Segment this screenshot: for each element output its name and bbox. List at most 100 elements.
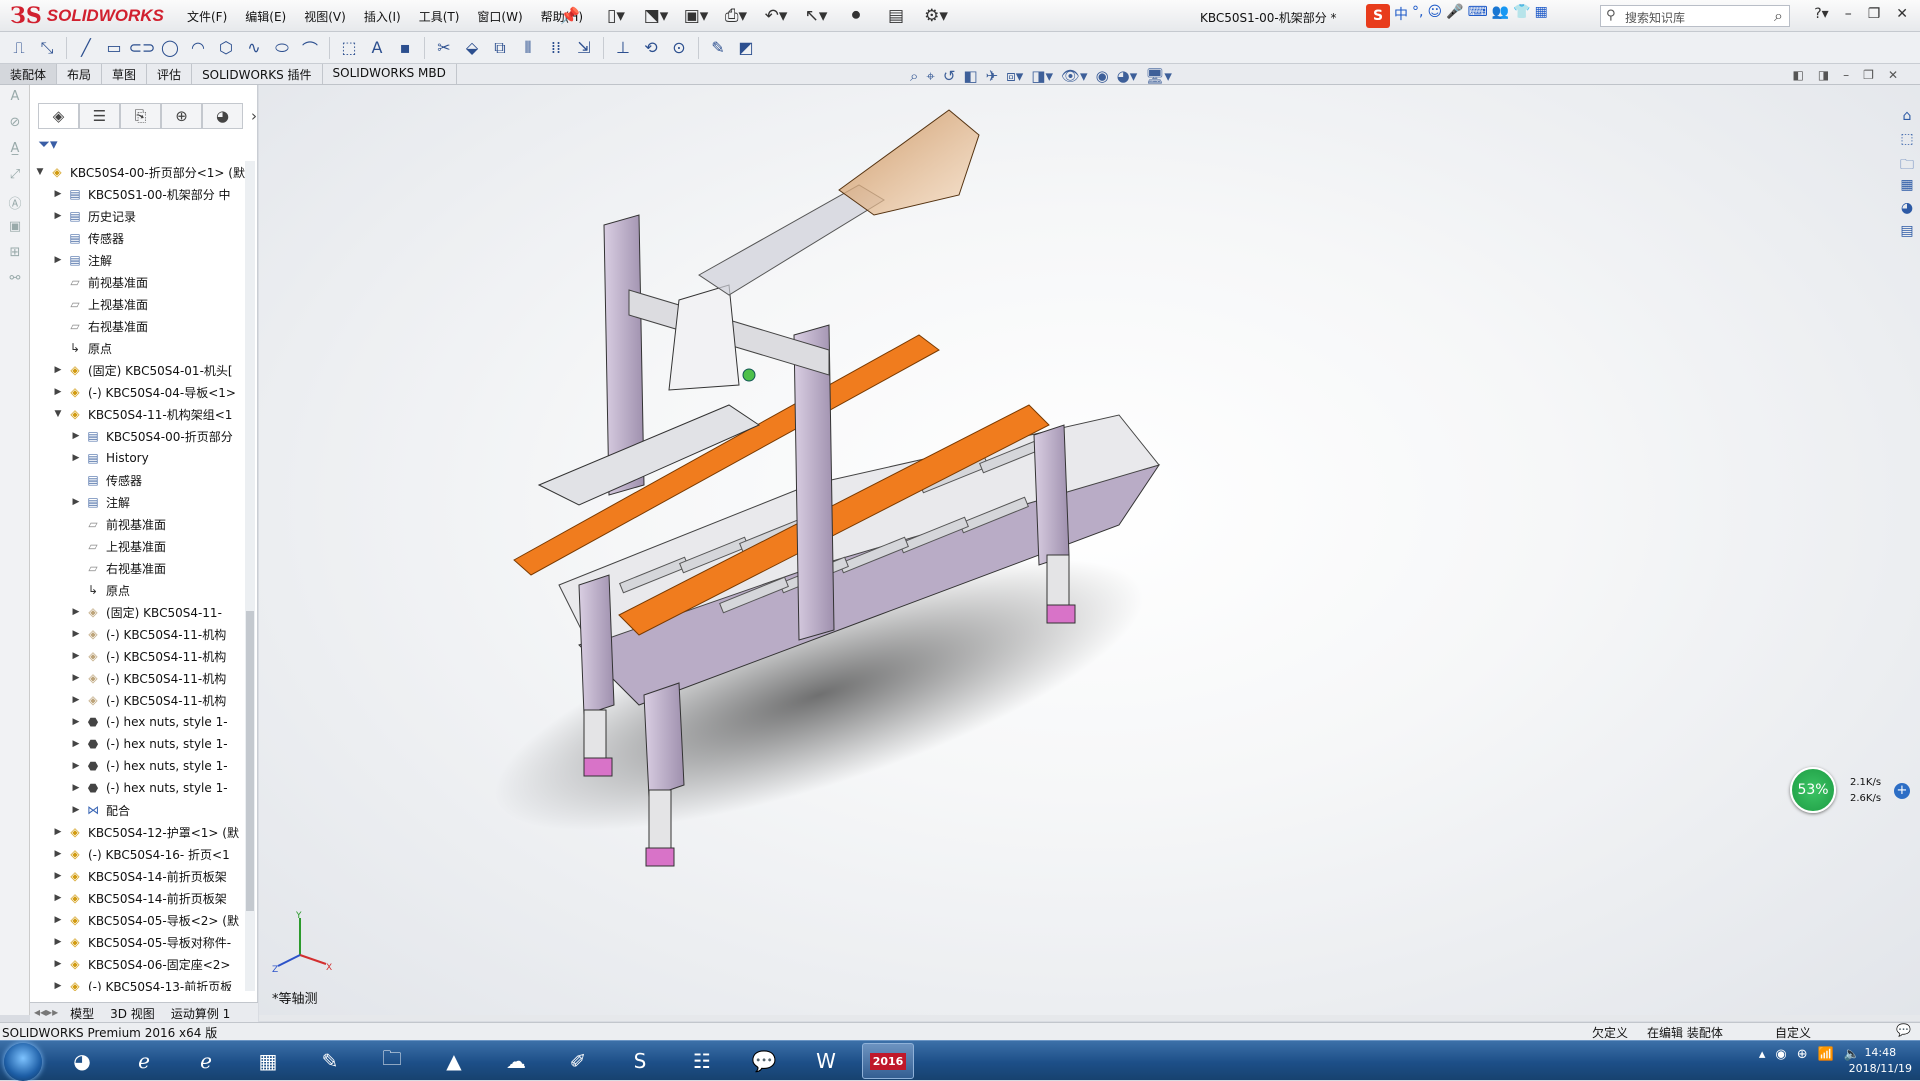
design-library-icon[interactable]: ⬚ [1897, 131, 1917, 151]
menu-insert[interactable]: 插入(I) [355, 8, 410, 25]
view-orientation-icon[interactable]: ⧈▾ [1006, 67, 1023, 85]
start-button-icon[interactable] [4, 1043, 42, 1081]
plane-icon[interactable]: ⬚ [336, 36, 362, 60]
expand-arrow-right-icon[interactable]: ▶ [52, 893, 64, 903]
expand-arrow-right-icon[interactable]: ▶ [70, 783, 82, 793]
expand-plus-icon[interactable]: + [1894, 783, 1910, 799]
graphics-scrollbar[interactable] [259, 1015, 1920, 1021]
minimize-icon[interactable]: – [1845, 6, 1852, 22]
tree-node[interactable]: ▶ ⋈ 配合 [30, 799, 258, 821]
tree-node[interactable]: ▶ ◈ (固定) KBC50S4-01-机头[ [30, 359, 258, 381]
datum-icon[interactable]: ▣ [4, 219, 26, 241]
trim-icon[interactable]: ✂ [431, 36, 457, 60]
edit-appearance-icon[interactable]: ◉ [1096, 67, 1109, 85]
tree-node[interactable]: ▶ ⬣ (-) hex nuts, style 1- [30, 777, 258, 799]
punct-icon[interactable]: °, [1412, 4, 1423, 28]
tree-node[interactable]: ▶ ◈ (-) KBC50S4-11-机构 [30, 667, 258, 689]
menu-window[interactable]: 窗口(W) [468, 8, 531, 25]
tab-assembly[interactable]: 装配体 [0, 64, 58, 84]
tree-node[interactable]: ▶ ◈ KBC50S4-05-导板<2> (默 [30, 909, 258, 931]
link-icon[interactable]: ⚯ [4, 271, 26, 293]
emoji-icon[interactable]: ☺ [1427, 4, 1442, 28]
scroll-thumb[interactable] [246, 611, 254, 911]
sogou-ime-icon[interactable]: S [1366, 4, 1390, 28]
tree-node[interactable]: ▶ ▤ 注解 [30, 491, 258, 513]
text-icon[interactable]: A [364, 36, 390, 60]
tolerance-icon[interactable]: ⊞ [4, 245, 26, 267]
tree-node[interactable]: ▶ ◈ (固定) KBC50S4-11- [30, 601, 258, 623]
wechat-icon[interactable]: 💬 [738, 1043, 790, 1079]
print-icon[interactable]: ⎙▾ [718, 4, 754, 28]
expand-arrow-right-icon[interactable]: ▶ [52, 255, 64, 265]
360-app-icon[interactable]: ◕ [56, 1043, 108, 1079]
repair-sketch-icon[interactable]: ⟲ [638, 36, 664, 60]
expand-arrow-right-icon[interactable]: ▶ [70, 497, 82, 507]
tray-sync-icon[interactable]: ⊕ [1797, 1047, 1808, 1062]
autocad-icon[interactable]: ▲ [428, 1043, 480, 1079]
tree-node[interactable]: ▶ ⬣ (-) hex nuts, style 1- [30, 733, 258, 755]
tree-node[interactable]: ▤ 传感器 [30, 469, 258, 491]
expand-arrow-right-icon[interactable]: ▶ [70, 717, 82, 727]
calculator-icon[interactable]: ▦ [242, 1043, 294, 1079]
tree-node[interactable]: ▶ ◈ (-) KBC50S4-11-机构 [30, 645, 258, 667]
doc-close-icon[interactable]: ✕ [1888, 68, 1898, 82]
expand-arrow-right-icon[interactable]: ▶ [52, 189, 64, 199]
skin-icon[interactable]: 👕 [1513, 4, 1530, 28]
filter-icon[interactable]: ⏷▾ [38, 135, 58, 153]
tray-expand-icon[interactable]: ▴ [1759, 1047, 1766, 1062]
tab-mbd[interactable]: SOLIDWORKS MBD [323, 64, 457, 84]
tree-node[interactable]: ▶ ◈ KBC50S4-14-前折页板架 [30, 887, 258, 909]
view-settings-icon[interactable]: 🖥▾ [1145, 67, 1172, 85]
wps-icon[interactable]: W [800, 1043, 852, 1079]
sketch-icon[interactable]: ⎍ [6, 36, 32, 60]
zoom-to-area-icon[interactable]: ⌖ [926, 67, 934, 85]
tree-node[interactable]: ▤ 传感器 [30, 227, 258, 249]
tab-sketch[interactable]: 草图 [102, 64, 148, 84]
section-view-icon[interactable]: ◧ [963, 67, 977, 85]
expand-arrow-right-icon[interactable]: ▶ [70, 739, 82, 749]
toolbox-icon[interactable]: ▦ [1535, 4, 1548, 28]
ie-browser-icon[interactable]: ℯ [118, 1043, 170, 1079]
tray-network-icon[interactable]: 📶 [1818, 1047, 1834, 1062]
tree-node[interactable]: ▶ ▤ History [30, 447, 258, 469]
graphics-area[interactable] [259, 85, 1920, 1015]
doc-restore-icon[interactable]: ❐ [1863, 68, 1874, 82]
spline-icon[interactable]: ∿ [241, 36, 267, 60]
tree-node[interactable]: ▶ ▤ 历史记录 [30, 205, 258, 227]
view-palette-icon[interactable]: ▦ [1897, 177, 1917, 197]
expand-arrow-right-icon[interactable]: ▶ [52, 915, 64, 925]
tab-addins[interactable]: SOLIDWORKS 插件 [192, 64, 323, 84]
dimension-icon[interactable]: ⤢ [4, 167, 26, 189]
folder-icon[interactable]: 🗀 [366, 1043, 418, 1079]
tray-security-icon[interactable]: ◉ [1775, 1047, 1786, 1062]
assembly-model[interactable] [259, 85, 1920, 1015]
file-properties-icon[interactable]: ▤ [878, 4, 914, 28]
new-document-icon[interactable]: ▯▾ [598, 4, 634, 28]
display-style-icon[interactable]: ◨▾ [1031, 67, 1053, 85]
expand-arrow-right-icon[interactable]: ▶ [70, 695, 82, 705]
custom-properties-icon[interactable]: ▤ [1897, 223, 1917, 243]
ime-mode[interactable]: 中 [1394, 4, 1408, 28]
slot-icon[interactable]: ⊂⊃ [129, 36, 156, 60]
tree-node[interactable]: ▶ ◈ KBC50S4-12-护罩<1> (默 [30, 821, 258, 843]
tree-node[interactable]: ▱ 上视基准面 [30, 293, 258, 315]
tab-model[interactable]: 模型 [62, 1003, 102, 1022]
offset-icon[interactable]: ⧉ [487, 36, 513, 60]
dimxpert-tab-icon[interactable]: ⊕ [161, 103, 202, 129]
knowledge-search[interactable]: ⚲ 搜索知识库 ⌕ [1600, 5, 1790, 27]
doc-minimize-icon[interactable]: – [1843, 68, 1849, 82]
move-entities-icon[interactable]: ⇲ [571, 36, 597, 60]
baidu-netdisk-icon[interactable]: ☁ [490, 1043, 542, 1079]
tree-node[interactable]: ▱ 右视基准面 [30, 315, 258, 337]
restore-icon[interactable]: ❐ [1868, 6, 1881, 22]
expand-arrow-right-icon[interactable]: ▶ [70, 651, 82, 661]
configuration-manager-tab-icon[interactable]: ⎘ [120, 103, 161, 129]
ie-alt-icon[interactable]: ℯ [180, 1043, 232, 1079]
expand-arrow-right-icon[interactable]: ▶ [52, 937, 64, 947]
expand-arrow-right-icon[interactable]: ▶ [70, 453, 82, 463]
tree-node[interactable]: ▶ ▤ KBC50S1-00-机架部分 中 [30, 183, 258, 205]
expand-arrow-down-icon[interactable]: ▼ [34, 167, 46, 177]
keyboard-icon[interactable]: ⌨ [1468, 4, 1488, 28]
tree-node[interactable]: ▶ ◈ KBC50S4-14-前折页板架 [30, 865, 258, 887]
zoom-to-fit-icon[interactable]: ⌕ [910, 67, 918, 85]
